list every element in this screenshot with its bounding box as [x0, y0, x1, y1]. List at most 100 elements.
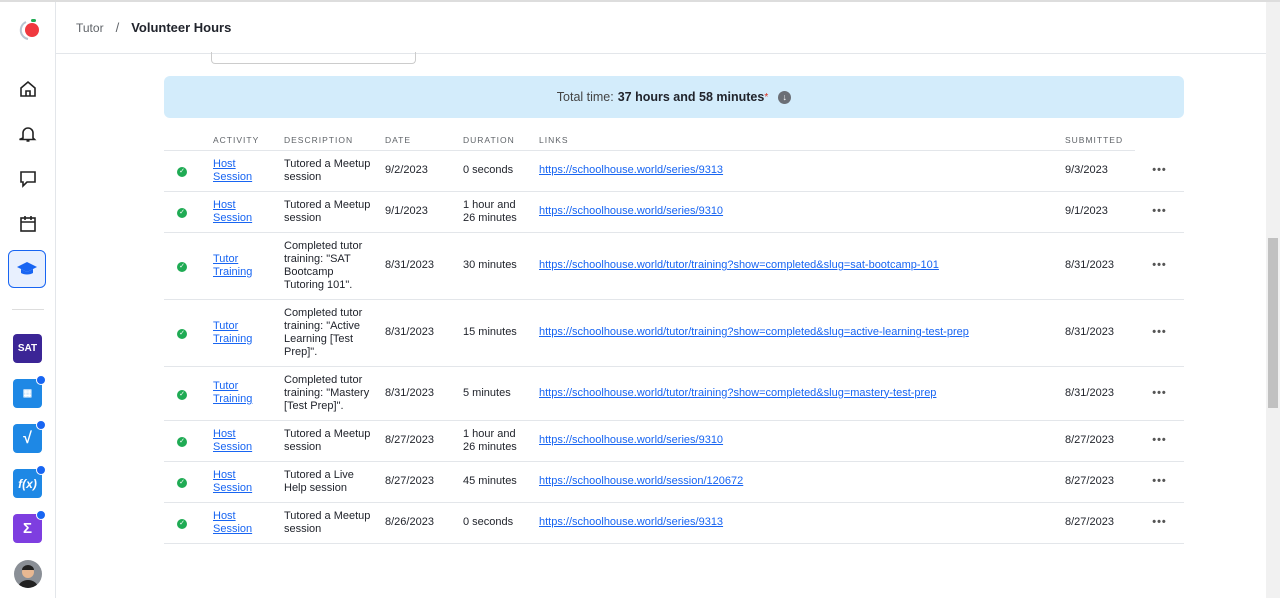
- approved-check-icon: ✓: [177, 329, 187, 339]
- filter-input-partial[interactable]: [211, 52, 416, 64]
- activity-link[interactable]: Host Session: [213, 199, 252, 224]
- calculator-app-icon[interactable]: ▦: [13, 375, 46, 408]
- description: Completed tutor training: "SAT Bootcamp …: [284, 232, 385, 300]
- col-submitted: SUBMITTED: [1065, 130, 1135, 151]
- duration: 0 seconds: [463, 150, 539, 192]
- approved-check-icon: ✓: [177, 208, 187, 218]
- table-row: ✓ Tutor Training Completed tutor trainin…: [164, 366, 1184, 421]
- description: Tutored a Meetup session: [284, 420, 385, 462]
- function-app-icon[interactable]: f(x): [13, 465, 46, 498]
- tutor-graduation-cap-icon[interactable]: [8, 250, 46, 288]
- avatar[interactable]: [14, 560, 42, 588]
- submitted-date: 8/31/2023: [1065, 299, 1135, 367]
- more-options-icon[interactable]: •••: [1152, 516, 1167, 528]
- session-link[interactable]: https://schoolhouse.world/series/9313: [539, 164, 723, 176]
- duration: 1 hour and 26 minutes: [463, 420, 539, 462]
- download-icon[interactable]: ↓: [778, 90, 792, 104]
- total-time-banner: Total time: 37 hours and 58 minutes * ↓: [164, 76, 1184, 118]
- activity-link[interactable]: Host Session: [213, 510, 252, 535]
- more-options-icon[interactable]: •••: [1152, 205, 1167, 217]
- session-link[interactable]: https://schoolhouse.world/tutor/training…: [539, 259, 939, 271]
- bell-icon[interactable]: [14, 120, 42, 148]
- submitted-date: 8/27/2023: [1065, 420, 1135, 462]
- notification-dot: [36, 465, 46, 475]
- more-options-icon[interactable]: •••: [1152, 164, 1167, 176]
- col-activity: ACTIVITY: [213, 130, 284, 151]
- description: Tutored a Meetup session: [284, 150, 385, 192]
- page-title: Volunteer Hours: [131, 20, 232, 35]
- total-time-value: 37 hours and 58 minutes: [617, 90, 765, 104]
- submitted-date: 8/27/2023: [1065, 502, 1135, 544]
- top-header: Tutor / Volunteer Hours: [56, 2, 1266, 54]
- description: Completed tutor training: "Mastery [Test…: [284, 366, 385, 421]
- approved-check-icon: ✓: [177, 519, 187, 529]
- more-options-icon[interactable]: •••: [1152, 475, 1167, 487]
- scrollbar-thumb[interactable]: [1268, 238, 1278, 408]
- breadcrumb-separator: /: [115, 20, 120, 35]
- session-link[interactable]: https://schoolhouse.world/series/9313: [539, 516, 723, 528]
- approved-check-icon: ✓: [177, 167, 187, 177]
- col-duration: DURATION: [463, 130, 539, 151]
- more-options-icon[interactable]: •••: [1152, 434, 1167, 446]
- activity-link[interactable]: Host Session: [213, 158, 252, 183]
- duration: 0 seconds: [463, 502, 539, 544]
- sidebar: SAT ▦ √ f(x) Σ: [0, 2, 56, 598]
- date: 8/31/2023: [385, 299, 463, 367]
- submitted-date: 9/1/2023: [1065, 191, 1135, 233]
- session-link[interactable]: https://schoolhouse.world/tutor/training…: [539, 387, 936, 399]
- calendar-icon[interactable]: [14, 210, 42, 238]
- table-row: ✓ Host Session Tutored a Meetup session …: [164, 150, 1184, 192]
- schoolhouse-logo[interactable]: [16, 16, 44, 44]
- duration: 45 minutes: [463, 461, 539, 503]
- table-row: ✓ Host Session Tutored a Meetup session …: [164, 502, 1184, 544]
- sigma-app-icon[interactable]: Σ: [13, 510, 46, 543]
- table-row: ✓ Tutor Training Completed tutor trainin…: [164, 232, 1184, 300]
- description: Tutored a Meetup session: [284, 191, 385, 233]
- activity-link[interactable]: Tutor Training: [213, 253, 252, 278]
- activity-link[interactable]: Tutor Training: [213, 380, 252, 405]
- submitted-date: 8/31/2023: [1065, 232, 1135, 300]
- volunteer-hours-table: ACTIVITY DESCRIPTION DATE DURATION LINKS…: [164, 130, 1184, 544]
- breadcrumb-tutor[interactable]: Tutor: [76, 21, 104, 35]
- table-row: ✓ Host Session Tutored a Meetup session …: [164, 191, 1184, 233]
- sat-app-button[interactable]: SAT: [13, 334, 42, 363]
- approved-check-icon: ✓: [177, 478, 187, 488]
- submitted-date: 8/27/2023: [1065, 461, 1135, 503]
- date: 9/2/2023: [385, 150, 463, 192]
- session-link[interactable]: https://schoolhouse.world/series/9310: [539, 434, 723, 446]
- description: Tutored a Live Help session: [284, 461, 385, 503]
- chat-icon[interactable]: [14, 165, 42, 193]
- activity-link[interactable]: Tutor Training: [213, 320, 252, 345]
- activity-link[interactable]: Host Session: [213, 469, 252, 494]
- col-date: DATE: [385, 130, 463, 151]
- duration: 30 minutes: [463, 232, 539, 300]
- submitted-date: 8/31/2023: [1065, 366, 1135, 421]
- duration: 15 minutes: [463, 299, 539, 367]
- notification-dot: [36, 420, 46, 430]
- description: Completed tutor training: "Active Learni…: [284, 299, 385, 367]
- more-options-icon[interactable]: •••: [1152, 326, 1167, 338]
- approved-check-icon: ✓: [177, 389, 187, 400]
- more-options-icon[interactable]: •••: [1152, 259, 1167, 271]
- session-link[interactable]: https://schoolhouse.world/series/9310: [539, 205, 723, 217]
- session-link[interactable]: https://schoolhouse.world/session/120672: [539, 475, 743, 487]
- submitted-date: 9/3/2023: [1065, 150, 1135, 192]
- col-links: LINKS: [539, 130, 1065, 151]
- table-row: ✓ Tutor Training Completed tutor trainin…: [164, 299, 1184, 367]
- date: 8/27/2023: [385, 461, 463, 503]
- sidebar-divider: [12, 309, 44, 310]
- col-description: DESCRIPTION: [284, 130, 385, 151]
- activity-link[interactable]: Host Session: [213, 428, 252, 453]
- session-link[interactable]: https://schoolhouse.world/tutor/training…: [539, 326, 969, 338]
- scrollbar[interactable]: [1266, 2, 1280, 598]
- date: 8/26/2023: [385, 502, 463, 544]
- table-row: ✓ Host Session Tutored a Live Help sessi…: [164, 461, 1184, 503]
- home-icon[interactable]: [14, 75, 42, 103]
- duration: 5 minutes: [463, 366, 539, 421]
- date: 8/31/2023: [385, 366, 463, 421]
- more-options-icon[interactable]: •••: [1152, 387, 1167, 399]
- sqrt-app-icon[interactable]: √: [13, 420, 46, 453]
- table-row: ✓ Host Session Tutored a Meetup session …: [164, 420, 1184, 462]
- date: 8/31/2023: [385, 232, 463, 300]
- approved-check-icon: ✓: [177, 437, 187, 447]
